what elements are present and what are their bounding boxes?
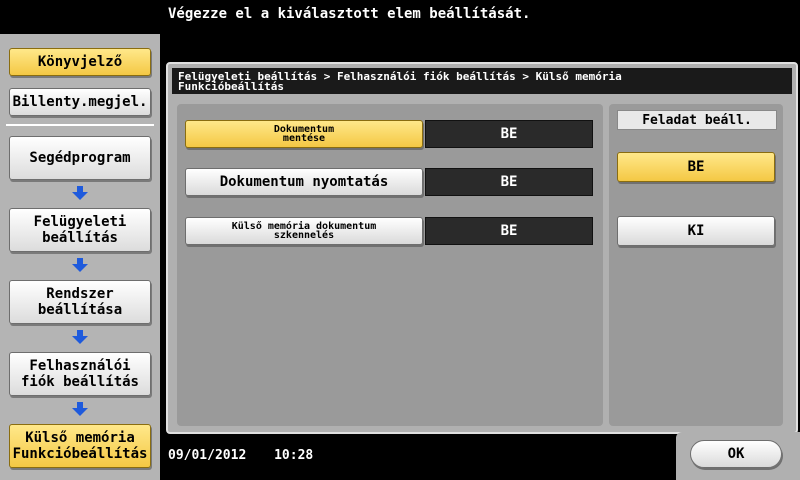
task-setting-label: Feladat beáll. [617,110,777,130]
on-button[interactable]: BE [617,152,775,182]
document-save-button[interactable]: Dokumentum mentése [185,120,423,148]
arrow-down-icon [72,402,88,416]
document-print-value: BE [425,168,593,196]
off-button[interactable]: KI [617,216,775,246]
path-user-account-button[interactable]: Felhasználói fiók beállítás [9,352,151,396]
arrow-down-icon [72,186,88,200]
document-scan-value: BE [425,217,593,245]
status-time: 10:28 [274,448,314,463]
status-date: 09/01/2012 [168,448,247,463]
document-print-button[interactable]: Dokumentum nyomtatás [185,168,423,196]
document-scan-button[interactable]: Külső memória dokumentum szkennelés [185,217,423,245]
arrow-down-icon [72,330,88,344]
sidebar: Könyvjelző Billenty.megjel. Segédprogram… [0,0,160,480]
path-utility-button[interactable]: Segédprogram [9,136,151,180]
bookmark-button[interactable]: Könyvjelző [9,48,151,76]
breadcrumb: Felügyeleti beállítás > Felhasználói fió… [172,68,792,94]
instruction-message: Végezze el a kiválasztott elem beállítás… [168,6,531,22]
function-list: Dokumentum mentése BE Dokumentum nyomtat… [177,104,603,426]
arrow-down-icon [72,258,88,272]
breadcrumb-line2: Funkcióbeállítás [178,80,284,93]
document-save-value: BE [425,120,593,148]
keypad-display-button[interactable]: Billenty.megjel. [9,88,151,116]
datetime: 09/01/2012 10:28 [168,448,333,463]
main-panel: Felügyeleti beállítás > Felhasználói fió… [166,62,798,434]
sidebar-divider [6,124,154,126]
ok-button[interactable]: OK [690,440,782,468]
path-external-memory-button[interactable]: Külső memória Funkcióbeállítás [9,424,151,468]
path-admin-settings-button[interactable]: Felügyeleti beállítás [9,208,151,252]
path-system-settings-button[interactable]: Rendszer beállítása [9,280,151,324]
task-setting-panel: Feladat beáll. BE KI [609,104,783,426]
